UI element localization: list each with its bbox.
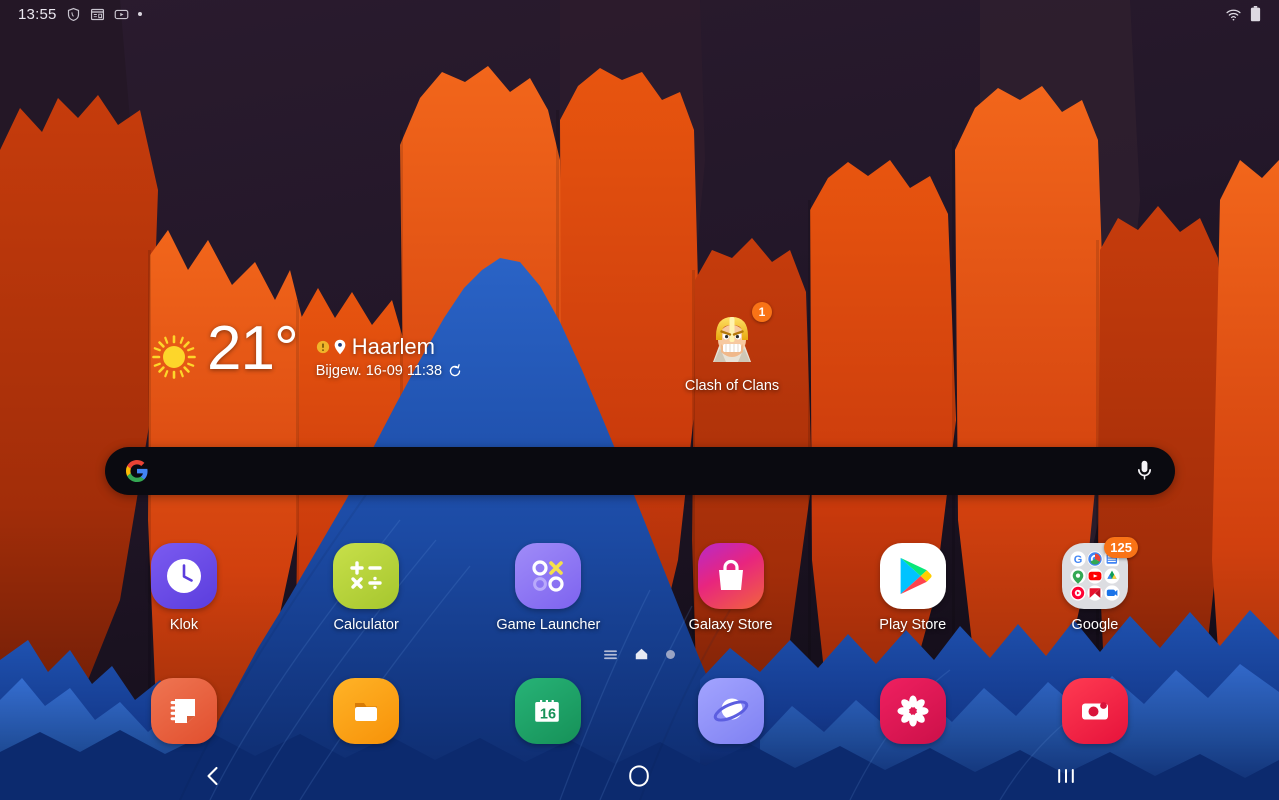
home-button[interactable] (426, 752, 852, 800)
app-grid: Klok Calculator Game Launcher Galaxy Sto… (0, 537, 1279, 633)
google-g-icon[interactable] (125, 459, 149, 483)
dock-icon-camera[interactable] (1039, 678, 1151, 744)
location-pin-icon (333, 339, 347, 355)
refresh-icon[interactable] (448, 364, 462, 378)
shield-icon (66, 7, 81, 22)
battery-icon (1250, 6, 1261, 22)
notes-icon[interactable] (151, 678, 217, 744)
app-label: Galaxy Store (688, 617, 773, 633)
page-indicator-dot[interactable] (666, 649, 675, 659)
home-page-indicator[interactable] (635, 648, 648, 660)
clash-of-clans-icon[interactable]: 1 (700, 302, 772, 370)
weather-location-line: Haarlem (316, 334, 462, 360)
sun-icon (150, 333, 198, 381)
search-input[interactable] (149, 447, 1134, 495)
folder-icon[interactable] (333, 678, 400, 744)
android-home-screen: 13:55 21° Haarlem Bijgew. 16-09 11:38 1 … (0, 0, 1279, 800)
status-clock: 13:55 (18, 5, 57, 23)
camera-icon[interactable] (1061, 678, 1128, 744)
app-label: Play Store (879, 617, 947, 633)
google-search-bar[interactable] (105, 447, 1175, 495)
recents-button[interactable] (853, 752, 1279, 800)
app-list-page-indicator[interactable] (604, 649, 617, 660)
dock-icon-gallery[interactable] (857, 678, 969, 744)
weather-details: Haarlem Bijgew. 16-09 11:38 (316, 334, 462, 379)
dock-icon-my-files[interactable] (310, 678, 422, 744)
app-icon-game-launcher[interactable]: Game Launcher (492, 543, 604, 633)
app-label: Google (1071, 617, 1119, 633)
app-folder-google[interactable]: G 125 Google (1039, 537, 1151, 633)
screenshot-icon (90, 7, 105, 22)
calendar-day: 16 (540, 707, 556, 723)
youtube-icon (114, 7, 129, 22)
weather-temperature: 21° (207, 318, 299, 380)
app-icon-klok[interactable]: Klok (128, 543, 240, 633)
weather-updated-row: Bijgew. 16-09 11:38 (316, 363, 462, 379)
samsung-internet-icon[interactable] (697, 678, 764, 744)
app-icon-play-store[interactable]: Play Store (857, 543, 969, 633)
three-bars-icon (1056, 766, 1076, 786)
folder-badge-count: 125 (1104, 537, 1138, 558)
weather-alert-icon (316, 340, 330, 354)
app-icon-calculator[interactable]: Calculator (310, 543, 422, 633)
calendar-icon[interactable]: 16 (515, 678, 582, 744)
app-icon-clash-of-clans[interactable]: 1 Clash of Clans (682, 302, 782, 394)
clock-icon[interactable] (151, 543, 217, 609)
dock-icon-calendar[interactable]: 16 (492, 678, 604, 744)
dock-icon-internet[interactable] (675, 678, 787, 744)
app-badge-count: 1 (752, 302, 772, 322)
page-indicator (0, 648, 1279, 660)
svg-text:G: G (1074, 554, 1083, 566)
play-store-icon[interactable] (879, 543, 946, 609)
app-label: Game Launcher (496, 617, 601, 633)
weather-updated-text: Bijgew. 16-09 11:38 (315, 363, 443, 379)
circle-icon (628, 765, 650, 787)
calculator-icon[interactable] (333, 543, 400, 609)
weather-city: Haarlem (351, 334, 435, 359)
more-notifications-dot-icon (137, 12, 142, 16)
back-button[interactable] (0, 752, 426, 800)
gallery-flower-icon[interactable] (879, 678, 946, 744)
temperature-value: 21 (207, 314, 275, 383)
status-bar[interactable]: 13:55 (0, 0, 1279, 28)
navigation-bar (0, 752, 1279, 800)
status-bar-left: 13:55 (18, 6, 142, 23)
dock-icon-samsung-notes[interactable] (128, 678, 240, 744)
chevron-left-icon (202, 764, 224, 788)
weather-widget[interactable]: 21° Haarlem Bijgew. 16-09 11:38 (150, 318, 462, 381)
app-label: Calculator (333, 617, 399, 633)
wifi-icon (1225, 7, 1242, 22)
status-bar-right (1225, 6, 1269, 22)
app-label: Clash of Clans (684, 378, 780, 394)
app-icon-galaxy-store[interactable]: Galaxy Store (675, 543, 787, 633)
degree-symbol: ° (273, 314, 299, 383)
app-label: Klok (169, 617, 199, 633)
galaxy-store-icon[interactable] (697, 543, 764, 609)
microphone-icon[interactable] (1134, 459, 1155, 483)
dock: 16 (0, 678, 1279, 744)
game-launcher-icon[interactable] (515, 543, 582, 609)
